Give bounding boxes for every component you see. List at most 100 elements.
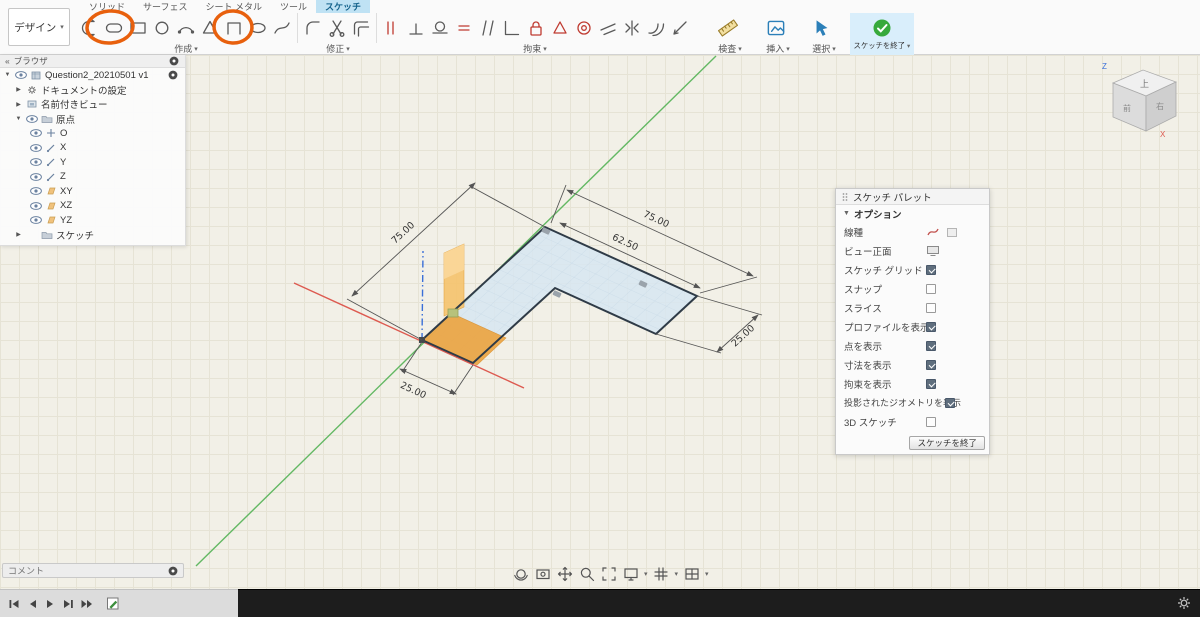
finish-sketch-button[interactable]: スケッチを終了 ▾ — [850, 13, 914, 55]
comment-dot-button-icon[interactable] — [168, 566, 178, 576]
select-icon[interactable] — [810, 15, 834, 41]
visibility-eye-icon[interactable] — [30, 215, 42, 225]
group-constraints[interactable]: 拘束 ▾ — [505, 43, 565, 54]
browser-root-item[interactable]: ▼ Question2_20210501 v1 — [0, 68, 185, 83]
palette-options-section[interactable]: ▼ オプション — [836, 205, 989, 222]
look-at-icon[interactable] — [534, 566, 551, 583]
browser-item-origin[interactable]: ▼ 原点 — [0, 112, 185, 127]
browser-item-axis-z[interactable]: Z — [0, 170, 185, 185]
visibility-eye-icon[interactable] — [15, 70, 27, 80]
checkbox-sketch-grid[interactable] — [926, 264, 936, 275]
spline-tool-icon[interactable] — [270, 15, 294, 41]
palette-finish-sketch-button[interactable]: スケッチを終了 — [909, 436, 985, 450]
visibility-eye-icon[interactable] — [26, 114, 38, 124]
checkbox-show-profile[interactable] — [926, 321, 936, 332]
collinear-constraint-icon[interactable] — [596, 15, 620, 41]
checkbox-show-points[interactable] — [926, 340, 936, 351]
group-inspect[interactable]: 検査 ▾ — [708, 43, 752, 54]
grid-snap-icon[interactable] — [653, 566, 670, 583]
browser-item-plane-xz[interactable]: XZ — [0, 199, 185, 214]
group-insert[interactable]: 挿入 ▾ — [756, 43, 800, 54]
circle-tool-icon[interactable] — [150, 15, 174, 41]
collapse-panel-icon[interactable]: « — [5, 56, 10, 66]
spline-linetype-icon[interactable] — [926, 226, 940, 238]
activate-radio-icon[interactable] — [167, 70, 179, 80]
timeline-sketch-feature-icon[interactable] — [106, 596, 120, 611]
pan-icon[interactable] — [556, 566, 573, 583]
panel-dot-button-icon[interactable] — [168, 56, 180, 66]
group-create[interactable]: 作成 ▾ — [158, 43, 214, 54]
horizontal-vertical-constraint-icon[interactable] — [380, 15, 404, 41]
design-menu-button[interactable]: デザイン ▾ — [8, 8, 70, 46]
fillet-tool-icon[interactable] — [301, 15, 325, 41]
symmetry-constraint-icon[interactable] — [620, 15, 644, 41]
fit-icon[interactable] — [600, 566, 617, 583]
trim-tool-icon[interactable] — [325, 15, 349, 41]
rectangle-tool-icon[interactable] — [126, 15, 150, 41]
tab-sheet-metal[interactable]: シート メタル — [196, 0, 271, 13]
selection-handle[interactable] — [447, 308, 459, 318]
tab-sketch[interactable]: スケッチ — [316, 0, 371, 13]
browser-item-plane-yz[interactable]: YZ — [0, 213, 185, 228]
expander-open-icon[interactable]: ▼ — [14, 116, 23, 122]
coincident-constraint-icon[interactable] — [404, 15, 428, 41]
tab-solid[interactable]: ソリッド — [80, 0, 134, 13]
midpoint-constraint-icon[interactable] — [548, 15, 572, 41]
play-button-icon[interactable] — [44, 598, 56, 610]
checkbox-show-constraints[interactable] — [926, 378, 936, 389]
skip-to-end-button-icon[interactable] — [80, 598, 94, 610]
visibility-eye-icon[interactable] — [30, 128, 42, 138]
tab-surface[interactable]: サーフェス — [134, 0, 196, 13]
browser-item-axis-y[interactable]: Y — [0, 155, 185, 170]
checkbox-show-projected[interactable] — [945, 397, 955, 408]
palette-header[interactable]: スケッチ パレット — [836, 189, 989, 205]
comment-input[interactable]: コメント — [2, 563, 184, 578]
look-at-icon[interactable] — [926, 245, 940, 257]
visibility-eye-icon[interactable] — [30, 201, 42, 211]
step-back-button-icon[interactable] — [26, 598, 38, 610]
visibility-eye-icon[interactable] — [30, 143, 42, 153]
visibility-eye-icon[interactable] — [30, 172, 42, 182]
parallel-constraint-icon[interactable] — [476, 15, 500, 41]
tab-tools[interactable]: ツール — [271, 0, 316, 13]
fix-lock-constraint-icon[interactable] — [524, 15, 548, 41]
step-forward-button-icon[interactable] — [62, 598, 74, 610]
browser-item-document-settings[interactable]: ▶ ドキュメントの設定 — [0, 83, 185, 98]
sketch-dimension-icon[interactable] — [78, 15, 102, 41]
timeline-track[interactable] — [238, 589, 1200, 617]
insert-icon[interactable] — [764, 15, 788, 41]
browser-item-sketches[interactable]: ▶ スケッチ — [0, 228, 185, 243]
arc-tool-icon[interactable] — [174, 15, 198, 41]
box-linetype-icon[interactable] — [946, 226, 958, 238]
checkbox-show-dimensions[interactable] — [926, 359, 936, 370]
slot-tool-icon[interactable] — [102, 15, 126, 41]
checkbox-3d-sketch[interactable] — [926, 416, 936, 427]
chevron-down-icon[interactable]: ▾ — [705, 570, 709, 578]
construction-line[interactable] — [421, 250, 424, 341]
tangent-constraint-icon[interactable] — [428, 15, 452, 41]
ellipse-tool-icon[interactable] — [246, 15, 270, 41]
expander-closed-icon[interactable]: ▶ — [14, 101, 23, 108]
view-cube[interactable]: 上 前 右 Z X — [1102, 62, 1178, 139]
zoom-icon[interactable] — [578, 566, 595, 583]
viewports-icon[interactable] — [683, 566, 700, 583]
curvature-constraint-icon[interactable] — [644, 15, 668, 41]
expander-closed-icon[interactable]: ▶ — [14, 86, 23, 93]
measure-icon[interactable] — [716, 15, 740, 41]
browser-item-origin-o[interactable]: O — [0, 126, 185, 141]
browser-item-plane-xy[interactable]: XY — [0, 184, 185, 199]
visibility-eye-icon[interactable] — [30, 157, 42, 167]
group-modify[interactable]: 修正 ▾ — [310, 43, 366, 54]
visibility-eye-icon[interactable] — [30, 186, 42, 196]
perpendicular-constraint-icon[interactable] — [500, 15, 524, 41]
chevron-down-icon[interactable]: ▾ — [644, 570, 648, 578]
browser-item-named-views[interactable]: ▶ 名前付きビュー — [0, 97, 185, 112]
polygon-tool-icon[interactable] — [198, 15, 222, 41]
timeline-settings-gear-icon[interactable] — [1176, 595, 1192, 611]
three-point-rectangle-tool-icon[interactable] — [222, 15, 246, 41]
display-settings-icon[interactable] — [622, 566, 639, 583]
browser-item-axis-x[interactable]: X — [0, 141, 185, 156]
expander-open-icon[interactable]: ▼ — [3, 72, 12, 78]
expander-closed-icon[interactable]: ▶ — [14, 231, 23, 238]
offset-tool-icon[interactable] — [349, 15, 373, 41]
